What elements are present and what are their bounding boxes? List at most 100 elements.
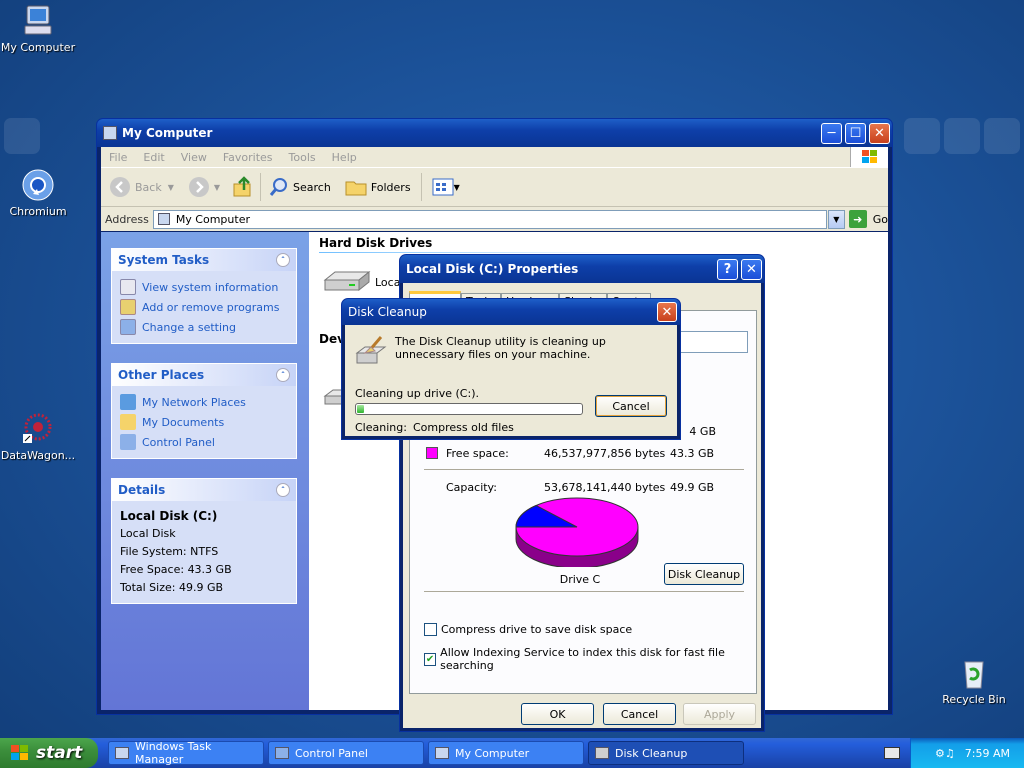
up-folder-button[interactable] xyxy=(232,176,254,198)
back-button[interactable]: Back ▼ xyxy=(109,176,174,198)
control-panel-icon xyxy=(120,319,136,335)
task-label: Windows Task Manager xyxy=(135,740,212,766)
details-header[interactable]: Details ˆ xyxy=(112,479,296,501)
task-add-remove-programs[interactable]: Add or remove programs xyxy=(120,297,288,317)
collapse-icon[interactable]: ˆ xyxy=(276,253,290,267)
collapse-icon[interactable]: ˆ xyxy=(276,483,290,497)
place-label: My Network Places xyxy=(142,395,246,409)
maximize-button[interactable]: ☐ xyxy=(845,123,866,144)
menu-help[interactable]: Help xyxy=(332,151,357,164)
disk-cleanup-body: The Disk Cleanup utility is cleaning up … xyxy=(345,325,677,436)
place-control-panel[interactable]: Control Panel xyxy=(120,432,288,452)
taskbar: start Windows Task Manager Control Panel… xyxy=(0,738,1024,768)
checkbox-box[interactable] xyxy=(424,623,437,636)
go-label: Go xyxy=(872,212,888,226)
free-space-bytes: 46,537,977,856 bytes xyxy=(544,447,666,460)
back-arrow-icon xyxy=(110,177,130,197)
task-view-system-info[interactable]: View system information xyxy=(120,277,288,297)
desktop-icon-datawagon[interactable]: DataWagon... xyxy=(0,412,78,462)
desktop-decoration xyxy=(904,118,940,154)
forward-dropdown-icon[interactable]: ▼ xyxy=(214,183,220,192)
task-label: My Computer xyxy=(455,746,530,760)
folders-button[interactable]: Folders xyxy=(345,177,411,197)
forward-button[interactable]: ▼ xyxy=(188,176,220,198)
desktop-decoration xyxy=(4,118,40,154)
task-label: Add or remove programs xyxy=(142,300,280,314)
ok-button[interactable]: OK xyxy=(521,703,594,725)
menu-bar: File Edit View Favorites Tools Help xyxy=(101,147,888,167)
address-dropdown-button[interactable]: ▼ xyxy=(827,209,845,229)
capacity-gb: 49.9 GB xyxy=(670,481,715,494)
keyboard-icon[interactable] xyxy=(884,747,900,759)
disk-cleanup-close-button[interactable]: ✕ xyxy=(657,302,677,322)
windows-logo-icon xyxy=(850,147,888,167)
indexing-checkbox[interactable]: ✔ Allow Indexing Service to index this d… xyxy=(424,646,756,672)
clock[interactable]: 7:59 AM xyxy=(965,747,1010,760)
search-button[interactable]: Search xyxy=(269,177,331,197)
my-computer-title-icon xyxy=(103,126,117,140)
desktop-icon-label: DataWagon... xyxy=(0,449,76,462)
place-documents[interactable]: My Documents xyxy=(120,412,288,432)
details-name: Local Disk (C:) xyxy=(120,509,218,523)
details-title: Details xyxy=(118,483,166,497)
capacity-bytes: 53,678,141,440 bytes xyxy=(544,481,666,494)
progress-bar xyxy=(355,403,583,415)
start-button[interactable]: start xyxy=(0,738,98,768)
desktop-icon-recycle-bin[interactable]: Recycle Bin xyxy=(934,656,1014,706)
properties-title: Local Disk (C:) Properties xyxy=(406,262,579,276)
chevron-down-icon: ▼ xyxy=(833,214,840,224)
go-button[interactable]: ➜ Go xyxy=(848,210,888,228)
properties-close-button[interactable]: ✕ xyxy=(741,259,762,280)
desktop-decoration xyxy=(944,118,980,154)
help-button[interactable]: ? xyxy=(717,259,738,280)
desktop-icon-label: Chromium xyxy=(9,205,67,218)
up-folder-icon xyxy=(233,176,251,197)
apply-button[interactable]: Apply xyxy=(683,703,756,725)
menu-file[interactable]: File xyxy=(109,151,127,164)
views-button[interactable]: ▼ xyxy=(432,178,460,196)
place-label: Control Panel xyxy=(142,435,215,449)
section-divider xyxy=(319,252,619,253)
desktop-icon-my-computer[interactable]: My Computer xyxy=(0,4,78,54)
address-input[interactable]: My Computer xyxy=(152,209,827,229)
system-tasks-header[interactable]: System Tasks ˆ xyxy=(112,249,296,271)
menu-tools[interactable]: Tools xyxy=(289,151,316,164)
compress-drive-checkbox[interactable]: Compress drive to save disk space xyxy=(424,623,632,636)
drive-c-item[interactable]: Local xyxy=(323,268,404,296)
back-label: Back xyxy=(135,180,162,194)
capacity-label: Capacity: xyxy=(446,481,497,494)
desktop-icon-chromium[interactable]: Chromium xyxy=(0,168,78,218)
tray-icons[interactable]: ⚙♫ xyxy=(935,747,955,760)
free-space-color-swatch xyxy=(426,447,438,459)
task-windows-task-manager[interactable]: Windows Task Manager xyxy=(108,740,264,766)
disk-cleanup-titlebar[interactable]: Disk Cleanup xyxy=(342,299,680,325)
disk-cleanup-button[interactable]: Disk Cleanup xyxy=(664,563,744,585)
task-change-setting[interactable]: Change a setting xyxy=(120,317,288,337)
checkbox-box[interactable]: ✔ xyxy=(424,652,437,666)
properties-titlebar[interactable]: Local Disk (C:) Properties xyxy=(400,255,764,283)
task-control-panel[interactable]: Control Panel xyxy=(268,741,424,765)
window-titlebar[interactable]: My Computer xyxy=(97,119,892,147)
computer-icon xyxy=(21,4,55,38)
close-icon: ✕ xyxy=(874,126,885,141)
properties-cancel-button[interactable]: Cancel xyxy=(603,703,676,725)
task-disk-cleanup[interactable]: Disk Cleanup xyxy=(588,741,744,765)
minimize-button[interactable]: ─ xyxy=(821,123,842,144)
other-places-title: Other Places xyxy=(118,368,205,382)
collapse-icon[interactable]: ˆ xyxy=(276,368,290,382)
close-button[interactable]: ✕ xyxy=(869,123,890,144)
menu-favorites[interactable]: Favorites xyxy=(223,151,273,164)
checkmark-icon: ✔ xyxy=(425,653,435,665)
system-tasks-panel: System Tasks ˆ View system information A… xyxy=(111,248,297,344)
folders-icon xyxy=(345,181,367,196)
task-my-computer[interactable]: My Computer xyxy=(428,741,584,765)
task-label: View system information xyxy=(142,280,279,294)
task-manager-icon xyxy=(115,747,129,759)
start-label: start xyxy=(36,743,83,763)
back-dropdown-icon[interactable]: ▼ xyxy=(168,183,174,192)
menu-view[interactable]: View xyxy=(181,151,207,164)
place-network[interactable]: My Network Places xyxy=(120,392,288,412)
other-places-header[interactable]: Other Places ˆ xyxy=(112,364,296,386)
disk-cleanup-cancel-button[interactable]: Cancel xyxy=(595,395,667,417)
menu-edit[interactable]: Edit xyxy=(143,151,164,164)
